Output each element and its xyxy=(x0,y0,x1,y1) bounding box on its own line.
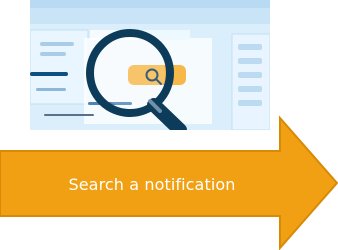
cta-arrow[interactable]: Search a notification xyxy=(0,0,338,250)
search-a-notification-label: Search a notification xyxy=(68,175,236,194)
arrow-right-icon xyxy=(0,115,338,250)
